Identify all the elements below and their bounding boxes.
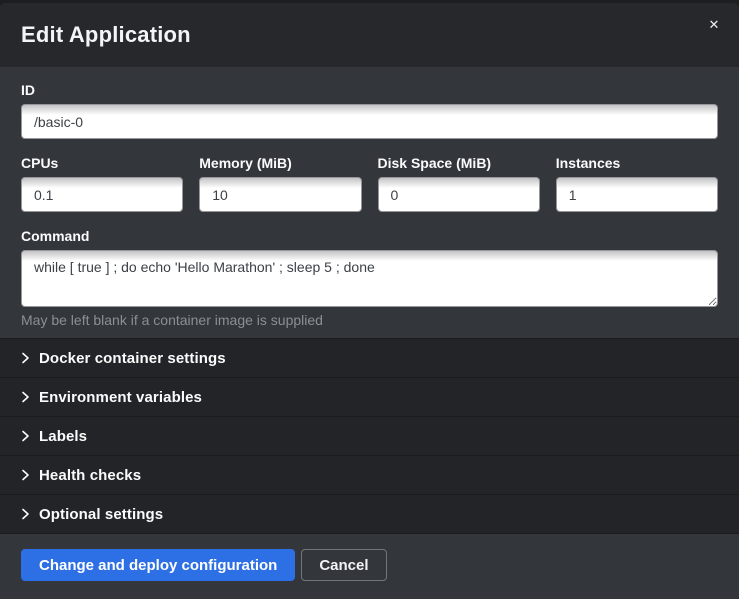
chevron-right-icon [21, 469, 30, 481]
chevron-right-icon [21, 508, 30, 520]
cpus-label: CPUs [21, 155, 183, 171]
modal-header: Edit Application ✕ [0, 3, 739, 67]
chevron-right-icon [21, 430, 30, 442]
chevron-right-icon [21, 391, 30, 403]
cpus-input[interactable] [21, 177, 183, 212]
disk-space-label: Disk Space (MiB) [378, 155, 540, 171]
memory-input[interactable] [199, 177, 361, 212]
instances-field-group: Instances [556, 155, 718, 212]
memory-label: Memory (MiB) [199, 155, 361, 171]
command-label: Command [21, 228, 718, 244]
command-helper-text: May be left blank if a container image i… [21, 312, 718, 328]
edit-application-modal: Edit Application ✕ ID CPUs Memory (MiB) … [0, 3, 739, 599]
id-field-group: ID [21, 82, 718, 139]
section-environment-variables[interactable]: Environment variables [0, 378, 739, 417]
section-label: Environment variables [39, 389, 202, 406]
section-label: Optional settings [39, 506, 163, 523]
disk-space-input[interactable] [378, 177, 540, 212]
modal-footer: Change and deploy configuration Cancel [0, 534, 739, 599]
section-label: Health checks [39, 467, 141, 484]
modal-body: ID CPUs Memory (MiB) Disk Space (MiB) In… [0, 67, 739, 338]
section-label: Docker container settings [39, 350, 226, 367]
page-title: Edit Application [21, 22, 191, 48]
instances-input[interactable] [556, 177, 718, 212]
id-input[interactable] [21, 104, 718, 139]
memory-field-group: Memory (MiB) [199, 155, 361, 212]
section-label: Labels [39, 428, 87, 445]
close-icon[interactable]: ✕ [703, 14, 725, 36]
collapsible-sections: Docker container settings Environment va… [0, 338, 739, 534]
id-label: ID [21, 82, 718, 98]
cpus-field-group: CPUs [21, 155, 183, 212]
section-optional-settings[interactable]: Optional settings [0, 495, 739, 534]
resource-field-row: CPUs Memory (MiB) Disk Space (MiB) Insta… [21, 155, 718, 212]
instances-label: Instances [556, 155, 718, 171]
command-textarea[interactable]: while [ true ] ; do echo 'Hello Marathon… [21, 250, 718, 307]
disk-space-field-group: Disk Space (MiB) [378, 155, 540, 212]
change-and-deploy-button[interactable]: Change and deploy configuration [21, 549, 295, 581]
chevron-right-icon [21, 352, 30, 364]
section-labels[interactable]: Labels [0, 417, 739, 456]
cancel-button[interactable]: Cancel [301, 549, 386, 581]
section-health-checks[interactable]: Health checks [0, 456, 739, 495]
command-field-group: Command while [ true ] ; do echo 'Hello … [21, 228, 718, 328]
section-docker-container-settings[interactable]: Docker container settings [0, 339, 739, 378]
